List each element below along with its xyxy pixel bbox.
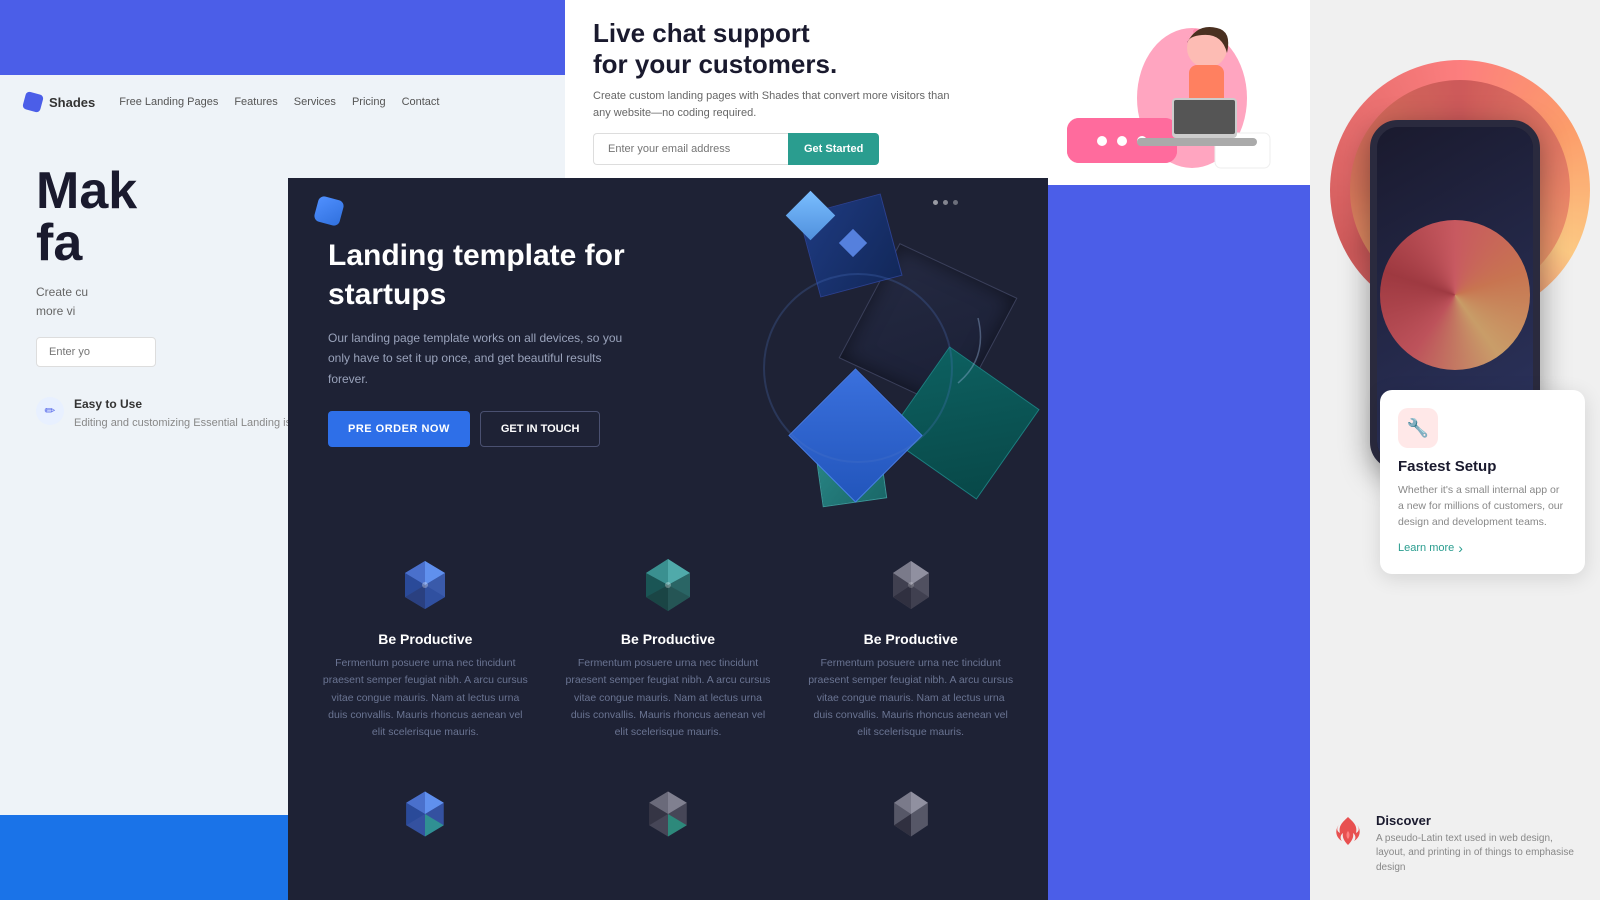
nav-link-3[interactable]: Services [294,96,336,108]
learn-more-link[interactable]: Learn more › [1398,540,1567,556]
center-buttons: PRE ORDER NOW GET IN TOUCH [328,411,1008,447]
right-panel: 🔧 Fastest Setup Whether it's a small int… [1310,0,1600,900]
features-grid: Be Productive Fermentum posuere urna nec… [288,507,1048,758]
fastest-setup-title: Fastest Setup [1398,458,1567,475]
nav-link-1[interactable]: Free Landing Pages [119,96,218,108]
nav-link-2[interactable]: Features [234,96,277,108]
fastest-setup-icon: 🔧 [1398,408,1438,448]
fastest-setup-card: 🔧 Fastest Setup Whether it's a small int… [1380,390,1585,574]
center-desc: Our landing page template works on all d… [328,328,638,389]
discover-icon [1330,813,1366,849]
feature-item-1: Be Productive Fermentum posuere urna nec… [304,537,547,758]
get-started-button[interactable]: Get Started [788,133,879,165]
center-hero: Landing template for startups Our landin… [288,178,1048,447]
discover-title: Discover [1376,813,1580,828]
pre-order-button[interactable]: PRE ORDER NOW [328,411,470,447]
feature-3-title: Be Productive [807,631,1014,647]
nav-link-4[interactable]: Pricing [352,96,386,108]
feature-1-title: Be Productive [322,631,529,647]
feature-3-desc: Fermentum posuere urna nec tincidunt pra… [807,655,1014,742]
top-right-content: Live chat support for your customers. Cr… [593,18,1002,167]
top-right-desc: Create custom landing pages with Shades … [593,88,953,121]
feature-icon-2 [636,553,700,617]
feature-2-desc: Fermentum posuere urna nec tincidunt pra… [565,655,772,742]
discover-desc: A pseudo-Latin text used in web design, … [1376,832,1580,876]
bottom-icon-2 [547,768,790,860]
top-right-email-input[interactable] [593,133,788,165]
logo-icon [22,91,44,113]
left-hero-desc: Create cumore vi [36,283,256,321]
discover-section: Discover A pseudo-Latin text used in web… [1320,803,1590,886]
bottom-icon-3 [789,768,1032,860]
feature-item-2: Be Productive Fermentum posuere urna nec… [547,537,790,758]
nav-link-5[interactable]: Contact [402,96,440,108]
feature-1-desc: Fermentum posuere urna nec tincidunt pra… [322,655,529,742]
bottom-icon-1 [304,768,547,860]
center-dark-panel: Landing template for startups Our landin… [288,178,1048,900]
feature-item-3: Be Productive Fermentum posuere urna nec… [789,537,1032,758]
top-right-panel: Live chat support for your customers. Cr… [565,0,1310,185]
feature-icon-1 [393,553,457,617]
left-email-input[interactable] [36,337,156,367]
phone-gradient-orb [1380,220,1530,370]
center-title: Landing template for startups [328,236,628,314]
top-right-illustration: ♥ [1022,18,1282,167]
feature-2-title: Be Productive [565,631,772,647]
left-nav: Shades Free Landing Pages Features Servi… [0,75,570,129]
get-in-touch-button[interactable]: GET IN TOUCH [480,411,601,447]
left-nav-links: Free Landing Pages Features Services Pri… [119,96,439,108]
feature-icon-3 [879,553,943,617]
left-logo[interactable]: Shades [24,93,95,111]
fastest-setup-desc: Whether it's a small internal app or a n… [1398,483,1567,530]
link-arrow: › [1458,540,1463,556]
bottom-icons-row [288,758,1048,870]
chat-illustration: ♥ [1037,3,1297,183]
top-right-title: Live chat support for your customers. [593,18,1002,80]
logo-text: Shades [49,95,95,110]
easy-use-icon: ✏ [36,397,64,425]
